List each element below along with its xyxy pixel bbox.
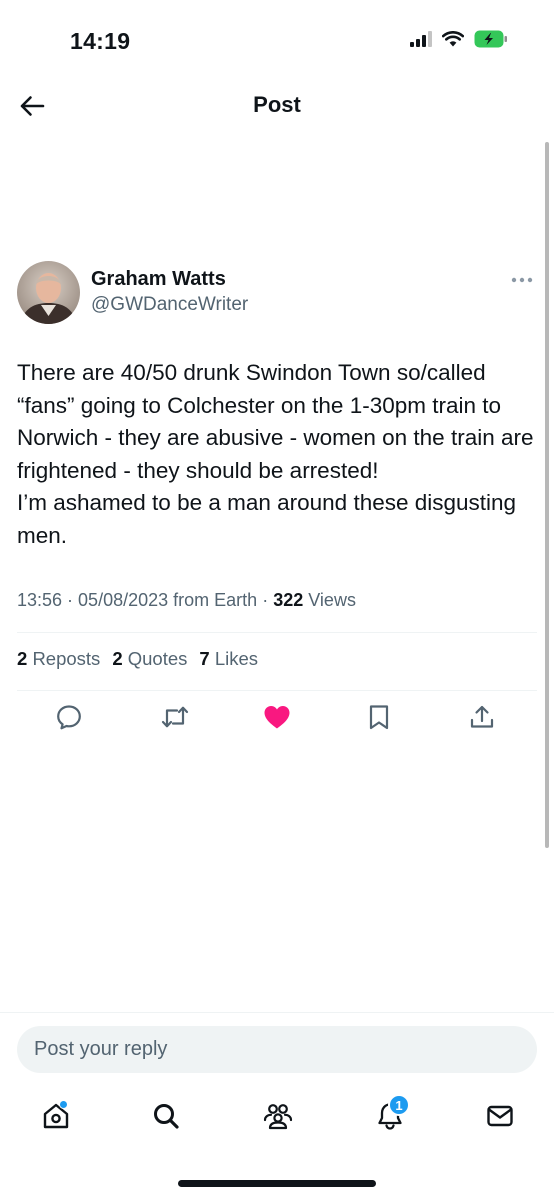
quotes-stat[interactable]: 2 Quotes — [112, 648, 187, 670]
reply-icon — [55, 703, 83, 736]
divider — [17, 690, 537, 691]
more-options-icon — [511, 270, 533, 288]
quotes-count: 2 — [112, 648, 123, 669]
post-date: 05/08/2023 — [78, 590, 169, 610]
reply-composer — [0, 1012, 554, 1082]
status-time: 14:19 — [70, 28, 131, 54]
share-button[interactable] — [467, 704, 497, 734]
bottom-tab-bar: 1 — [0, 1090, 554, 1150]
search-icon — [151, 1101, 181, 1136]
top-nav: Post — [0, 80, 554, 136]
post-time: 13:56 — [17, 590, 63, 610]
post-text: There are 40/50 drunk Swindon Town so/ca… — [17, 360, 534, 548]
page-title: Post — [253, 92, 301, 117]
bookmark-icon — [366, 703, 392, 736]
repost-button[interactable] — [160, 704, 190, 734]
status-bar: 14:19 — [0, 0, 554, 80]
author-handle[interactable]: @GWDanceWriter — [91, 294, 248, 316]
reply-input[interactable] — [17, 1026, 537, 1073]
likes-stat[interactable]: 7 Likes — [199, 648, 258, 670]
scrollbar[interactable] — [545, 142, 549, 848]
reply-button[interactable] — [54, 704, 84, 734]
divider — [17, 632, 537, 633]
reposts-stat[interactable]: 2 Reposts — [17, 648, 100, 670]
tab-notifications[interactable]: 1 — [370, 1094, 410, 1138]
share-icon — [468, 703, 496, 736]
like-icon — [262, 703, 292, 736]
communities-icon — [262, 1101, 294, 1136]
like-button[interactable] — [262, 704, 292, 734]
author-name[interactable]: Graham Watts — [91, 268, 226, 291]
bookmark-button[interactable] — [364, 704, 394, 734]
status-icons — [410, 30, 508, 53]
action-bar — [0, 700, 554, 740]
quotes-label: Quotes — [127, 648, 188, 669]
reposts-count: 2 — [17, 648, 28, 669]
battery-icon — [474, 30, 508, 53]
likes-label: Likes — [214, 648, 259, 669]
signal-icon — [410, 31, 432, 52]
views-label: Views — [308, 590, 356, 610]
views-count: 322 — [273, 590, 304, 610]
tab-search[interactable] — [146, 1098, 186, 1138]
messages-icon — [485, 1101, 515, 1136]
post-author: Graham Watts @GWDanceWriter — [17, 261, 537, 325]
notifications-badge: 1 — [388, 1094, 410, 1116]
tab-communities[interactable] — [258, 1098, 298, 1138]
home-notification-dot — [59, 1100, 68, 1109]
post-stats: 2 Reposts 2 Quotes 7 Likes — [17, 648, 258, 670]
likes-count: 7 — [199, 648, 210, 669]
post-meta: 13:56 · 05/08/2023 from Earth · 322 View… — [17, 590, 356, 610]
more-options-button[interactable] — [509, 269, 535, 289]
post-source: from Earth — [173, 590, 258, 610]
tab-messages[interactable] — [480, 1098, 520, 1138]
home-indicator[interactable] — [178, 1180, 376, 1187]
avatar[interactable] — [17, 261, 80, 324]
repost-icon — [160, 703, 190, 736]
wifi-icon — [441, 31, 465, 52]
tab-home[interactable] — [36, 1098, 76, 1138]
reposts-label: Reposts — [32, 648, 101, 669]
